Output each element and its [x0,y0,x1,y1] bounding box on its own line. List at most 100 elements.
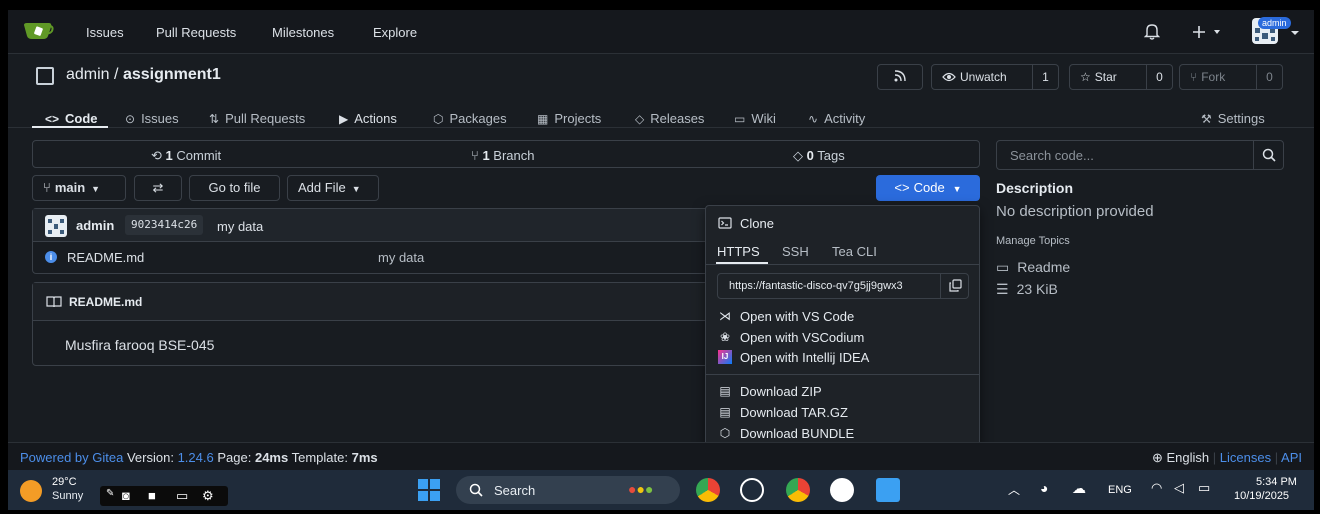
open-intellij[interactable]: Open with Intellij IDEA [740,350,869,365]
camera-icon[interactable]: ◙ [122,488,130,503]
tab-wiki[interactable]: ▭ Wiki [734,111,776,126]
github-icon[interactable] [830,478,854,502]
description-heading: Description [996,180,1074,196]
file-commit-message[interactable]: my data [378,250,424,265]
tab-releases[interactable]: ◇ Releases [635,111,704,126]
file-name[interactable]: README.md [67,250,144,265]
bell-icon[interactable] [1144,23,1160,40]
window-icon[interactable]: ▭ [176,488,188,504]
play-circle-icon: ▶ [339,112,349,126]
manage-topics-link[interactable]: Manage Topics [996,235,1070,247]
chrome-profile-icon[interactable] [786,478,810,502]
create-new-icon[interactable] [1192,25,1222,39]
media-player-icon[interactable] [740,478,764,502]
taskbar-search[interactable]: Search ●●● [456,476,680,504]
clone-url-input[interactable]: https://fantastic-disco-qv7g5jj9gwx3 [718,274,940,298]
api-link[interactable]: API [1281,450,1302,465]
star-button[interactable]: ☆ Star [1069,64,1147,90]
commit-message[interactable]: my data [217,219,263,234]
browser-viewport: Issues Pull Requests Milestones Explore … [8,10,1314,510]
tab-settings[interactable]: ⚒ Settings [1201,111,1265,126]
powered-by-link[interactable]: Powered by Gitea [20,450,123,465]
branches-stat[interactable]: ⑂ 1 Branch [471,148,535,163]
tab-wiki-label: Wiki [751,111,776,126]
chevron-down-icon: ▼ [351,184,361,194]
weather-condition[interactable]: Sunny [52,490,83,502]
star-count[interactable]: 0 [1147,64,1173,90]
commits-stat[interactable]: ⟲ 1 Commit [151,148,221,164]
commit-sha[interactable]: 9023414c26 [125,215,204,235]
top-navbar: Issues Pull Requests Milestones Explore … [8,10,1314,54]
licenses-link[interactable]: Licenses [1220,450,1271,465]
download-bundle[interactable]: Download BUNDLE [740,426,854,441]
branch-selector[interactable]: ⑂ main ▼ [32,175,126,201]
sun-icon[interactable] [20,480,42,502]
volume-icon[interactable]: ◁ [1174,480,1184,496]
clock-time[interactable]: 5:34 PM [1256,476,1297,488]
wifi-icon[interactable]: ◠ [1151,480,1162,496]
windows-start-icon[interactable] [418,479,440,501]
add-file-button[interactable]: Add File ▼ [287,175,379,201]
open-vscodium[interactable]: Open with VSCodium [740,330,864,345]
download-zip[interactable]: Download ZIP [740,384,822,399]
clock-date[interactable]: 10/19/2025 [1234,490,1289,502]
nav-explore[interactable]: Explore [373,25,417,40]
nav-pull-requests[interactable]: Pull Requests [156,25,236,40]
watch-count[interactable]: 1 [1033,64,1059,90]
tab-pull-requests[interactable]: ⇅ Pull Requests [209,111,305,126]
capture-toolbar: ✎ ◙ ■ ▭ ⚙ [100,486,228,506]
chevron-down-icon[interactable] [1290,30,1300,36]
vscodium-icon: ❀ [719,330,731,344]
rss-button[interactable] [877,64,923,90]
chrome-icon[interactable] [696,478,720,502]
tab-packages[interactable]: ⬡ Packages [433,111,507,126]
gitea-logo-icon[interactable] [22,20,54,42]
battery-icon[interactable]: ▭ [1198,480,1210,496]
tab-projects[interactable]: ▦ Projects [537,111,601,126]
language-selector[interactable]: English [1167,450,1210,465]
search-button[interactable] [1253,141,1284,169]
tags-stat[interactable]: ◇ 0 Tags [793,148,845,164]
input-language[interactable]: ENG [1108,484,1132,496]
branch-icon: ⑂ [43,180,51,195]
commit-author[interactable]: admin [76,218,114,233]
nav-issues[interactable]: Issues [86,25,124,40]
tab-tea-cli[interactable]: Tea CLI [832,244,877,259]
nav-milestones[interactable]: Milestones [272,25,334,40]
readme-title[interactable]: README.md [69,295,142,309]
globe-icon: ⊕ [1151,450,1163,465]
tags-label: Tags [817,148,845,163]
readme-link[interactable]: ▭ Readme [996,259,1070,276]
repo-name-link[interactable]: assignment1 [123,66,221,83]
gear-icon[interactable]: ⚙ [202,488,214,504]
discord-icon[interactable]: ◕ [1040,480,1048,496]
version-link[interactable]: 1.24.6 [178,450,214,465]
tab-https[interactable]: HTTPS [717,244,760,259]
tab-code[interactable]: <> Code [45,111,98,126]
video-icon[interactable]: ■ [148,488,156,503]
cloud-icon[interactable]: ☁ [1072,480,1086,497]
tags-count: 0 [806,148,814,163]
repo-owner-link[interactable]: admin [66,66,110,83]
notepad-icon[interactable] [876,478,900,502]
tab-actions[interactable]: ▶ Actions [339,111,397,126]
pointer-icon[interactable]: ✎ [106,488,114,499]
commit-author-avatar[interactable] [45,215,67,237]
fork-count[interactable]: 0 [1257,64,1283,90]
tab-actions-label: Actions [354,111,397,126]
chevron-up-icon[interactable]: ︿ [1008,481,1020,498]
go-to-file-button[interactable]: Go to file [189,175,280,201]
tab-activity[interactable]: ∿ Activity [808,111,865,126]
fork-button[interactable]: ⑂ Fork [1179,64,1257,90]
compare-icon: ⇄ [152,180,164,195]
weather-temperature[interactable]: 29°C [52,476,77,488]
tab-ssh[interactable]: SSH [782,244,809,259]
code-clone-button[interactable]: <> Code ▼ [876,175,980,201]
copy-url-button[interactable] [940,274,969,298]
unwatch-button[interactable]: Unwatch [931,64,1033,90]
tab-issues[interactable]: ⊙ Issues [125,111,179,126]
download-targz[interactable]: Download TAR.GZ [740,405,848,420]
compare-button[interactable]: ⇄ [134,175,182,201]
search-input[interactable] [997,141,1253,169]
open-vscode[interactable]: Open with VS Code [740,309,854,324]
